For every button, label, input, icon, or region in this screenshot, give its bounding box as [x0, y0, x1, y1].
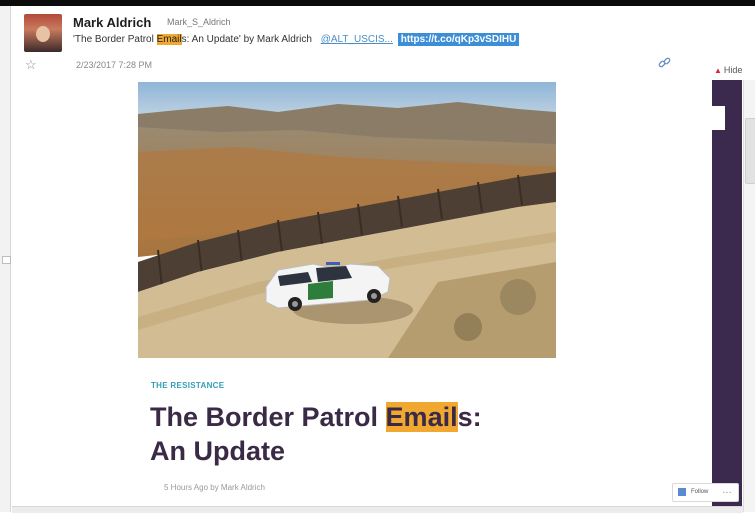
article-title-part1: The Border Patrol	[150, 402, 386, 432]
avatar-face	[36, 26, 50, 42]
tweet-text-before: 'The Border Patrol	[73, 34, 157, 45]
splitter-handle[interactable]	[2, 256, 11, 264]
hide-label: Hide	[723, 65, 743, 75]
left-edge-panel	[0, 6, 11, 512]
timestamp: 2/23/2017 7:28 PM	[76, 60, 153, 70]
hide-button[interactable]: ▲ Hide	[714, 65, 742, 75]
more-icon[interactable]: …	[722, 485, 732, 496]
article-title[interactable]: The Border Patrol Emails: An Update	[150, 400, 482, 468]
link-icon[interactable]	[658, 56, 672, 70]
scrollbar-thumb[interactable]	[745, 118, 755, 184]
side-panel-tab[interactable]	[710, 106, 725, 130]
article-preview: THE RESISTANCE The Border Patrol Emails:…	[12, 80, 712, 512]
article-byline: 5 Hours Ago by Mark Aldrich	[164, 483, 265, 492]
follow-label: Follow	[691, 489, 709, 495]
avatar[interactable]	[24, 14, 62, 52]
user-handle[interactable]: Mark_S_Aldrich	[167, 17, 231, 27]
tweet-text-after: s: An Update' by Mark Aldrich	[181, 34, 312, 45]
article-title-line2: An Update	[150, 436, 285, 466]
hide-triangle-icon: ▲	[714, 66, 722, 75]
follow-button[interactable]: Follow …	[672, 483, 739, 502]
mention-link[interactable]: @ALT_USCIS...	[321, 34, 393, 45]
title-search-highlight: Email	[385, 402, 458, 432]
follow-icon	[678, 488, 686, 496]
url-link[interactable]: https://t.co/qKp3vSDIHU	[397, 33, 520, 46]
display-name[interactable]: Mark Aldrich	[73, 15, 151, 30]
article-photo[interactable]	[138, 82, 556, 358]
article-kicker[interactable]: THE RESISTANCE	[151, 381, 224, 390]
side-panel	[712, 80, 742, 512]
search-highlight: Email	[156, 34, 182, 45]
article-title-part2: s:	[457, 402, 482, 432]
tweet-text: 'The Border Patrol Emails: An Update' by…	[73, 33, 520, 46]
tweet-card: Mark Aldrich Mark_S_Aldrich 'The Border …	[12, 6, 755, 80]
star-icon[interactable]: ☆	[25, 57, 37, 73]
